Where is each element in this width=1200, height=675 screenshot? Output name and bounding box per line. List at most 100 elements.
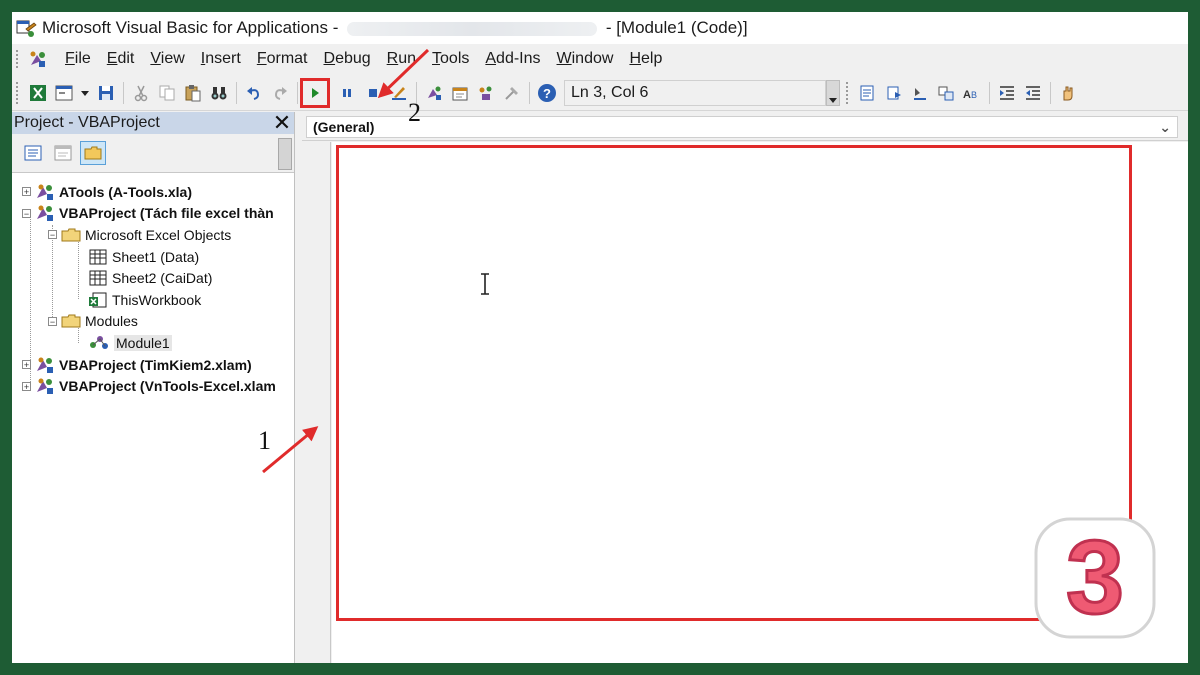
edit-toolbar-grip[interactable] bbox=[846, 82, 851, 104]
copy-button[interactable] bbox=[156, 82, 178, 104]
tree-item-vntools[interactable]: + VBAProject (VnTools-Excel.xlam bbox=[12, 375, 294, 397]
redo-button[interactable] bbox=[269, 82, 291, 104]
collapse-toggle[interactable]: − bbox=[48, 316, 57, 326]
menu-window[interactable]: Window bbox=[549, 50, 622, 68]
reset-button[interactable] bbox=[362, 82, 384, 104]
collapse-toggle[interactable]: − bbox=[48, 230, 57, 240]
object-browser-button[interactable] bbox=[475, 82, 497, 104]
text-cursor-icon bbox=[481, 273, 489, 295]
properties-icon bbox=[452, 87, 468, 101]
toolbox-button[interactable] bbox=[501, 82, 523, 104]
menu-insert[interactable]: Insert bbox=[193, 50, 249, 68]
expand-toggle[interactable]: + bbox=[22, 360, 31, 370]
step-number-text: 3 bbox=[1066, 520, 1124, 636]
toolbar-overflow-button[interactable] bbox=[826, 80, 840, 106]
tree-item-timkiem2[interactable]: + VBAProject (TimKiem2.xlam) bbox=[12, 354, 294, 376]
menu-help[interactable]: Help bbox=[621, 50, 670, 68]
pane-toolbar-scrollbar[interactable] bbox=[278, 138, 292, 170]
undo-button[interactable] bbox=[243, 82, 265, 104]
cursor-position-display: Ln 3, Col 6 bbox=[564, 80, 826, 106]
sheet-icon bbox=[88, 270, 108, 286]
help-button[interactable]: ? bbox=[536, 82, 558, 104]
tree-item-thisworkbook[interactable]: ThisWorkbook bbox=[12, 289, 294, 311]
insert-userform-button[interactable] bbox=[53, 82, 75, 104]
tree-item-label: Sheet1 (Data) bbox=[112, 248, 200, 265]
quick-info-button[interactable] bbox=[909, 82, 931, 104]
menu-edit[interactable]: Edit bbox=[99, 50, 143, 68]
menu-tools[interactable]: Tools bbox=[424, 50, 477, 68]
view-object-button[interactable] bbox=[50, 141, 76, 165]
tree-item-vbaproject-tach-file[interactable]: − VBAProject (Tách file excel thàn bbox=[12, 203, 294, 225]
folder-icon bbox=[61, 227, 81, 243]
folder-icon bbox=[61, 313, 81, 329]
tree-item-label: ATools (A-Tools.xla) bbox=[59, 183, 192, 200]
menu-add-ins[interactable]: Add-Ins bbox=[477, 50, 548, 68]
project-explorer-pane: Project - VBAProject ✕ + ATools (A-Tools… bbox=[12, 112, 295, 663]
toggle-folders-button[interactable] bbox=[80, 141, 106, 165]
hammer-icon bbox=[505, 87, 518, 100]
menu-run[interactable]: Run bbox=[379, 50, 424, 68]
complete-word-icon: AB bbox=[963, 89, 977, 101]
vba-project-icon bbox=[35, 183, 55, 201]
find-button[interactable] bbox=[208, 82, 230, 104]
toggle-breakpoint-button[interactable] bbox=[1057, 82, 1079, 104]
play-icon bbox=[312, 88, 319, 98]
vba-project-icon bbox=[35, 356, 55, 374]
menu-format[interactable]: Format bbox=[249, 50, 316, 68]
tree-item-label: Modules bbox=[85, 313, 138, 330]
expand-toggle[interactable]: + bbox=[22, 381, 31, 391]
vba-project-icon bbox=[35, 204, 55, 222]
tree-item-sheet2[interactable]: Sheet2 (CaiDat) bbox=[12, 267, 294, 289]
project-pane-header: Project - VBAProject ✕ bbox=[12, 112, 294, 134]
menu-grip[interactable] bbox=[16, 50, 21, 68]
menu-file[interactable]: File bbox=[57, 50, 99, 68]
object-browser-icon bbox=[479, 86, 492, 100]
tree-item-excel-objects[interactable]: − Microsoft Excel Objects bbox=[12, 224, 294, 246]
menu-debug[interactable]: Debug bbox=[316, 50, 379, 68]
properties-window-button[interactable] bbox=[449, 82, 471, 104]
parameter-info-button[interactable] bbox=[935, 82, 957, 104]
paste-button[interactable] bbox=[182, 82, 204, 104]
tree-item-label: Microsoft Excel Objects bbox=[85, 226, 232, 243]
save-button[interactable] bbox=[95, 82, 117, 104]
tree-item-sheet1[interactable]: Sheet1 (Data) bbox=[12, 246, 294, 268]
close-pane-button[interactable]: ✕ bbox=[270, 112, 292, 134]
insert-dropdown-button[interactable] bbox=[79, 82, 91, 104]
complete-word-button[interactable]: AB bbox=[961, 82, 983, 104]
tree-item-modules[interactable]: − Modules bbox=[12, 311, 294, 333]
help-icon: ? bbox=[538, 84, 556, 102]
chevron-down-icon bbox=[81, 91, 89, 96]
outdent-button[interactable] bbox=[1022, 82, 1044, 104]
list-constants-button[interactable] bbox=[883, 82, 905, 104]
toolbar-separator bbox=[989, 82, 990, 104]
run-sub-button[interactable] bbox=[300, 78, 330, 108]
cut-button[interactable] bbox=[130, 82, 152, 104]
code-margin-indicator-bar[interactable] bbox=[302, 142, 331, 663]
vba-project-icon bbox=[35, 377, 55, 395]
tree-item-module1[interactable]: Module1 bbox=[12, 332, 294, 354]
indent-icon bbox=[1000, 86, 1014, 100]
collapse-toggle[interactable]: − bbox=[22, 208, 31, 218]
userform-icon bbox=[55, 85, 73, 101]
vba-editor-window: Microsoft Visual Basic for Applications … bbox=[12, 12, 1188, 663]
expand-toggle[interactable]: + bbox=[22, 187, 31, 197]
view-excel-menu-icon[interactable] bbox=[27, 49, 49, 69]
view-code-button[interactable] bbox=[20, 141, 46, 165]
list-properties-button[interactable] bbox=[857, 82, 879, 104]
indent-button[interactable] bbox=[996, 82, 1018, 104]
code-window-header: (General) ⌄ bbox=[302, 112, 1188, 141]
tree-item-label: VBAProject (TimKiem2.xlam) bbox=[59, 356, 252, 373]
toolbar-grip[interactable] bbox=[16, 82, 21, 104]
design-mode-button[interactable] bbox=[388, 82, 410, 104]
menu-view[interactable]: View bbox=[142, 50, 192, 68]
toolbar-separator bbox=[1050, 82, 1051, 104]
break-button[interactable] bbox=[336, 82, 358, 104]
object-dropdown[interactable]: (General) ⌄ bbox=[306, 116, 1178, 138]
project-explorer-button[interactable] bbox=[423, 82, 445, 104]
scissors-icon bbox=[134, 85, 148, 102]
tree-item-label: VBAProject (VnTools-Excel.xlam bbox=[59, 378, 276, 395]
tree-item-atools[interactable]: + ATools (A-Tools.xla) bbox=[12, 181, 294, 203]
view-code-icon bbox=[24, 145, 42, 161]
standard-toolbar: ? Ln 3, Col 6 AB bbox=[12, 76, 1188, 111]
view-excel-button[interactable] bbox=[27, 82, 49, 104]
